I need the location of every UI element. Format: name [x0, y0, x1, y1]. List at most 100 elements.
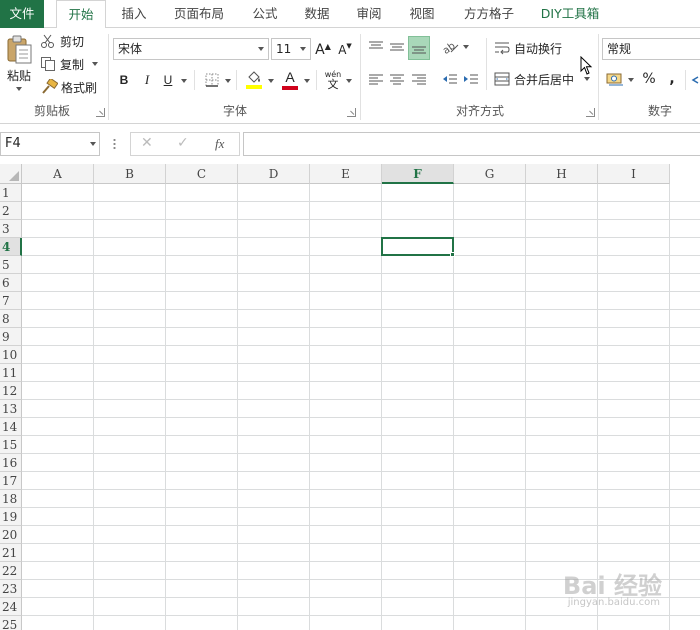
row-header-12[interactable]: 12: [0, 382, 22, 400]
row-header-18[interactable]: 18: [0, 490, 22, 508]
row-header-22[interactable]: 22: [0, 562, 22, 580]
row-header-11[interactable]: 11: [0, 364, 22, 382]
increase-decimal-button[interactable]: [690, 70, 700, 90]
format-painter-button[interactable]: 格式刷: [40, 78, 97, 96]
tab-data[interactable]: 数据: [296, 0, 338, 28]
copy-button[interactable]: 复制: [40, 55, 99, 73]
copy-dropdown-icon[interactable]: [92, 62, 99, 66]
align-middle-button[interactable]: [387, 36, 407, 58]
row-header-21[interactable]: 21: [0, 544, 22, 562]
active-cell[interactable]: [381, 237, 454, 256]
tab-home[interactable]: 开始: [56, 0, 106, 29]
font-name-dropdown-icon[interactable]: [254, 39, 268, 59]
column-header-a[interactable]: A: [22, 164, 94, 184]
row-header-4[interactable]: 4: [0, 238, 22, 256]
tab-view[interactable]: 视图: [400, 0, 444, 28]
phonetic-guide-button[interactable]: wén 文: [323, 68, 343, 92]
tab-diy-toolbox[interactable]: DIY工具箱: [532, 0, 608, 28]
column-header-h[interactable]: H: [526, 164, 598, 184]
tab-page-layout[interactable]: 页面布局: [164, 0, 234, 28]
row-header-16[interactable]: 16: [0, 454, 22, 472]
row-header-17[interactable]: 17: [0, 472, 22, 490]
wrap-text-button[interactable]: 自动换行: [494, 38, 562, 58]
align-right-button[interactable]: [409, 68, 429, 90]
column-header-f[interactable]: F: [382, 164, 454, 184]
name-box[interactable]: F4: [0, 132, 100, 156]
worksheet-grid[interactable]: A B C D E F G H I 1 2 3 4 5 6 7 8 9 10 11 12 13 14 15 16 17 18 19 20…: [0, 164, 700, 630]
formula-input[interactable]: [243, 132, 700, 156]
row-header-10[interactable]: 10: [0, 346, 22, 364]
merge-dropdown-icon[interactable]: [584, 77, 590, 81]
accounting-format-button[interactable]: [604, 68, 626, 90]
orientation-button[interactable]: ab: [440, 36, 462, 58]
tab-insert[interactable]: 插入: [112, 0, 156, 28]
fill-color-dropdown-icon[interactable]: [268, 79, 274, 83]
row-header-2[interactable]: 2: [0, 202, 22, 220]
row-header-3[interactable]: 3: [0, 220, 22, 238]
font-color-dropdown-icon[interactable]: [304, 79, 310, 83]
comma-style-button[interactable]: ,: [665, 68, 679, 90]
insert-function-button[interactable]: fx: [215, 136, 224, 152]
column-header-e[interactable]: E: [310, 164, 382, 184]
row-header-15[interactable]: 15: [0, 436, 22, 454]
decrease-indent-button[interactable]: [440, 68, 460, 90]
column-header-g[interactable]: G: [454, 164, 526, 184]
clipboard-dialog-launcher[interactable]: [96, 108, 105, 117]
row-header-7[interactable]: 7: [0, 292, 22, 310]
row-header-23[interactable]: 23: [0, 580, 22, 598]
fill-handle[interactable]: [450, 252, 455, 257]
align-bottom-button[interactable]: [408, 36, 430, 60]
fill-color-button[interactable]: [244, 69, 264, 91]
align-center-button[interactable]: [387, 68, 407, 90]
font-name-combo[interactable]: 宋体: [113, 38, 269, 60]
font-size-dropdown-icon[interactable]: [296, 39, 310, 59]
column-header-i[interactable]: I: [598, 164, 670, 184]
row-header-8[interactable]: 8: [0, 310, 22, 328]
row-header-13[interactable]: 13: [0, 400, 22, 418]
increase-indent-button[interactable]: [461, 68, 481, 90]
row-header-20[interactable]: 20: [0, 526, 22, 544]
formula-bar-grip-icon[interactable]: [113, 138, 116, 150]
increase-font-size-button[interactable]: A ▲: [315, 40, 331, 60]
align-top-button[interactable]: [366, 36, 386, 58]
row-header-24[interactable]: 24: [0, 598, 22, 616]
column-header-c[interactable]: C: [166, 164, 238, 184]
font-size-combo[interactable]: 11: [271, 38, 311, 60]
row-header-1[interactable]: 1: [0, 184, 22, 202]
row-header-6[interactable]: 6: [0, 274, 22, 292]
borders-dropdown-icon[interactable]: [225, 79, 231, 83]
paste-dropdown-icon[interactable]: [16, 87, 22, 91]
italic-button[interactable]: I: [140, 70, 154, 90]
column-header-b[interactable]: B: [94, 164, 166, 184]
select-all-button[interactable]: [0, 164, 22, 184]
align-left-button[interactable]: [366, 68, 386, 90]
tab-review[interactable]: 审阅: [348, 0, 390, 28]
cut-button[interactable]: 剪切: [40, 32, 84, 50]
paste-button[interactable]: 粘贴: [4, 34, 34, 92]
bold-button[interactable]: B: [116, 70, 132, 90]
row-header-14[interactable]: 14: [0, 418, 22, 436]
row-header-9[interactable]: 9: [0, 328, 22, 346]
font-dialog-launcher[interactable]: [347, 108, 356, 117]
row-header-5[interactable]: 5: [0, 256, 22, 274]
merge-center-button[interactable]: 合并后居中: [494, 69, 574, 89]
phonetic-dropdown-icon[interactable]: [346, 79, 352, 83]
column-header-d[interactable]: D: [238, 164, 310, 184]
tab-file[interactable]: 文件: [0, 0, 44, 28]
decrease-font-size-button[interactable]: A ▼: [337, 40, 353, 60]
enter-icon[interactable]: ✓: [177, 135, 189, 151]
percent-style-button[interactable]: %: [640, 68, 658, 90]
tab-formulas[interactable]: 公式: [244, 0, 286, 28]
accounting-dropdown-icon[interactable]: [628, 78, 634, 82]
name-box-dropdown-icon[interactable]: [90, 142, 96, 146]
number-format-combo[interactable]: 常规: [602, 38, 700, 60]
underline-button[interactable]: U: [161, 70, 175, 90]
row-header-19[interactable]: 19: [0, 508, 22, 526]
font-color-button[interactable]: A: [280, 69, 300, 91]
alignment-dialog-launcher[interactable]: [586, 108, 595, 117]
tab-fangfang[interactable]: 方方格子: [454, 0, 524, 28]
orientation-dropdown-icon[interactable]: [463, 45, 469, 49]
borders-button[interactable]: [203, 71, 221, 89]
row-header-25[interactable]: 25: [0, 616, 22, 630]
underline-dropdown-icon[interactable]: [181, 79, 187, 83]
